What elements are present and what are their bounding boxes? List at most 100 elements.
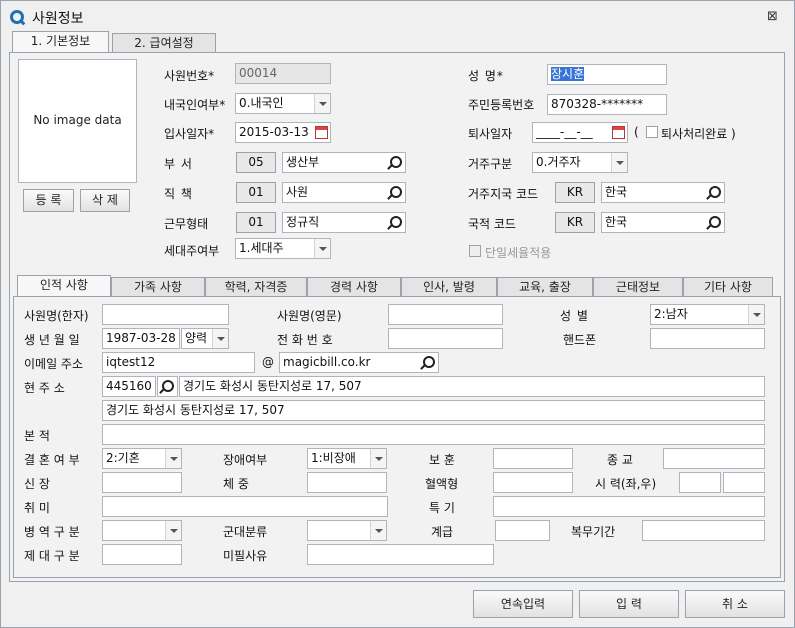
nationality-select[interactable]: 0.내국인 xyxy=(235,93,331,114)
work-type-code: 01 xyxy=(236,212,276,233)
discharge-field[interactable] xyxy=(102,544,182,565)
rank-label: 계급 xyxy=(431,525,454,539)
phone-field[interactable] xyxy=(388,328,503,349)
search-icon[interactable] xyxy=(387,215,403,230)
resign-date-field[interactable]: ____-__-__ xyxy=(532,122,628,143)
army-type-select[interactable] xyxy=(307,520,387,541)
chevron-down-icon[interactable] xyxy=(212,329,228,348)
mobile-field[interactable] xyxy=(650,328,765,349)
chevron-down-icon[interactable] xyxy=(370,521,386,540)
rank-field[interactable] xyxy=(495,520,550,541)
address2-field[interactable]: 경기도 화성시 동탄지성로 17, 507 xyxy=(102,400,765,421)
chevron-down-icon[interactable] xyxy=(748,305,764,324)
search-icon[interactable] xyxy=(706,215,722,230)
subtab-personal[interactable]: 인적 사항 xyxy=(17,275,111,297)
email-domain-field[interactable]: magicbill.co.kr xyxy=(279,352,439,373)
search-icon[interactable] xyxy=(706,185,722,200)
vision-right-field[interactable] xyxy=(723,472,765,493)
position-label: 직 책 xyxy=(164,187,193,201)
app-search-icon xyxy=(10,10,24,24)
residence-label: 거주구분 xyxy=(468,157,513,171)
name-field[interactable]: 장시훈 xyxy=(547,64,667,85)
origin-field[interactable] xyxy=(102,424,765,445)
name-hanja-field[interactable] xyxy=(102,304,229,325)
calendar-type-value: 양력 xyxy=(185,331,208,345)
resign-done-checkbox[interactable] xyxy=(646,126,658,138)
single-tax-checkbox[interactable] xyxy=(469,245,481,257)
exempt-field[interactable] xyxy=(307,544,494,565)
address1-field[interactable]: 경기도 화성시 동탄지성로 17, 507 xyxy=(179,376,765,397)
zip-field[interactable]: 445160 xyxy=(102,376,156,397)
search-icon[interactable] xyxy=(387,185,403,200)
name-en-field[interactable] xyxy=(388,304,503,325)
calendar-icon[interactable] xyxy=(315,126,328,139)
work-type-field[interactable]: 정규직 xyxy=(282,212,406,233)
marriage-select[interactable]: 2:기혼 xyxy=(102,448,182,469)
calendar-icon[interactable] xyxy=(612,126,625,139)
close-icon[interactable]: ⊠ xyxy=(767,9,778,24)
disability-select[interactable]: 1:비장애 xyxy=(307,448,387,469)
join-date-field[interactable]: 2015-03-13 xyxy=(235,122,331,143)
delete-photo-button[interactable]: 삭 제 xyxy=(80,189,130,212)
chevron-down-icon[interactable] xyxy=(314,94,330,113)
rrn-label: 주민등록번호 xyxy=(468,98,535,112)
subtab-education[interactable]: 학력, 자격증 xyxy=(205,277,307,297)
chevron-down-icon[interactable] xyxy=(314,239,330,258)
blood-field[interactable] xyxy=(493,472,573,493)
rrn-field[interactable]: 870328-******* xyxy=(547,94,667,115)
subtab-hr[interactable]: 인사, 발령 xyxy=(401,277,497,297)
dept-field[interactable]: 생산부 xyxy=(282,152,406,173)
weight-field[interactable] xyxy=(307,472,387,493)
nat-field[interactable]: 한국 xyxy=(601,212,725,233)
position-field[interactable]: 사원 xyxy=(282,182,406,203)
search-icon[interactable] xyxy=(159,379,175,394)
vision-left-field[interactable] xyxy=(679,472,721,493)
subtab-family[interactable]: 가족 사항 xyxy=(111,277,205,297)
email-id-field[interactable]: iqtest12 xyxy=(102,352,255,373)
phone-label: 전 화 번 호 xyxy=(277,333,333,347)
resign-date-label: 퇴사일자 xyxy=(468,127,513,141)
chevron-down-icon[interactable] xyxy=(165,521,181,540)
height-label: 신 장 xyxy=(24,477,50,491)
continuous-input-button[interactable]: 연속입력 xyxy=(473,590,573,618)
religion-field[interactable] xyxy=(663,448,765,469)
cancel-button[interactable]: 취 소 xyxy=(685,590,785,618)
resign-paren: ( xyxy=(634,125,639,139)
search-icon[interactable] xyxy=(420,355,436,370)
subtab-career[interactable]: 경력 사항 xyxy=(307,277,401,297)
email-at: @ xyxy=(262,355,274,369)
title-bar: 사원정보 ⊠ xyxy=(1,1,794,32)
tab-basic-info[interactable]: 1. 기본정보 xyxy=(12,31,109,53)
work-type-name: 정규직 xyxy=(286,215,320,229)
subtab-etc[interactable]: 기타 사항 xyxy=(683,277,773,297)
hobby-field[interactable] xyxy=(102,496,388,517)
calendar-type-select[interactable]: 양력 xyxy=(181,328,229,349)
marriage-label: 결 혼 여 부 xyxy=(24,453,80,467)
chevron-down-icon[interactable] xyxy=(611,153,627,172)
chevron-down-icon[interactable] xyxy=(370,449,386,468)
veteran-field[interactable] xyxy=(493,448,573,469)
residence-select[interactable]: 0.거주자 xyxy=(532,152,628,173)
nationality-label: 내국인여부* xyxy=(164,98,226,112)
chevron-down-icon[interactable] xyxy=(165,449,181,468)
register-photo-button[interactable]: 등 록 xyxy=(23,189,74,212)
householder-select[interactable]: 1.세대주 xyxy=(235,238,331,259)
tab-salary-settings[interactable]: 2. 급여설정 xyxy=(112,33,216,53)
resign-done-label: 퇴사처리완료 ) xyxy=(661,127,736,141)
zip-search-button[interactable] xyxy=(157,376,178,397)
height-field[interactable] xyxy=(102,472,182,493)
input-button[interactable]: 입 력 xyxy=(579,590,679,618)
service-period-field[interactable] xyxy=(642,520,765,541)
search-icon[interactable] xyxy=(387,155,403,170)
res-country-field[interactable]: 한국 xyxy=(601,182,725,203)
gender-value: 2:남자 xyxy=(654,307,688,321)
email-domain-value: magicbill.co.kr xyxy=(283,355,371,369)
birth-field[interactable]: 1987-03-28 xyxy=(102,328,180,349)
special-field[interactable] xyxy=(493,496,765,517)
employee-info-window: 사원정보 ⊠ 1. 기본정보 2. 급여설정 No image data 등 록… xyxy=(0,0,795,628)
resign-date-value: ____-__-__ xyxy=(536,125,593,139)
gender-select[interactable]: 2:남자 xyxy=(650,304,765,325)
subtab-training[interactable]: 교육, 출장 xyxy=(497,277,593,297)
subtab-attendance[interactable]: 근태정보 xyxy=(593,277,683,297)
military-select[interactable] xyxy=(102,520,182,541)
